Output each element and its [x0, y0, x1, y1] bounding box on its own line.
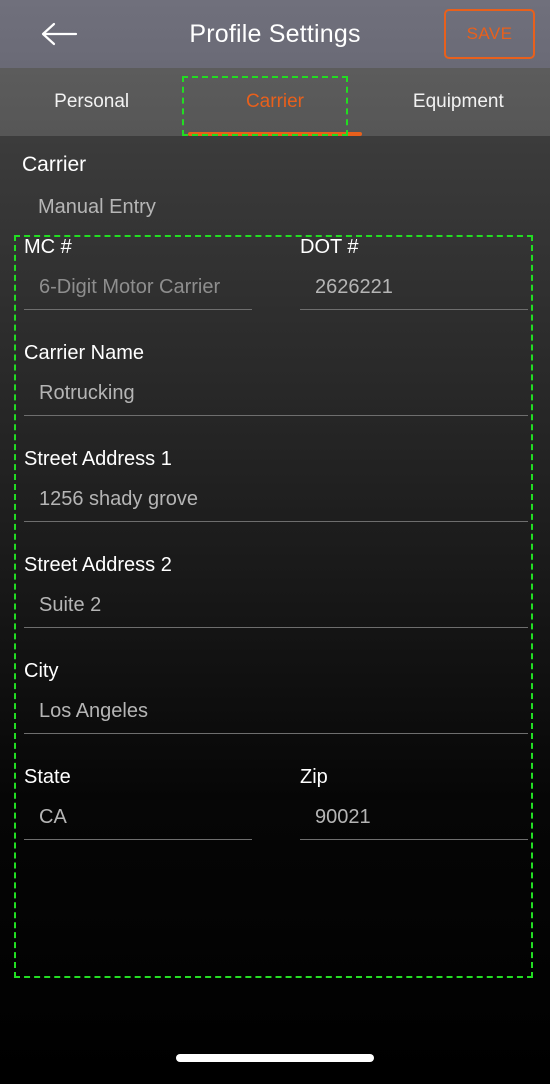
form-row: MC # 6-Digit Motor Carrier DOT # 2626221	[0, 235, 550, 341]
field-state[interactable]: State CA	[24, 765, 252, 840]
field-mc[interactable]: MC # 6-Digit Motor Carrier	[24, 235, 252, 310]
app-screen: Profile Settings SAVE Personal Carrier E…	[0, 0, 550, 1084]
save-button[interactable]: SAVE	[444, 9, 535, 59]
field-input-carrier-name[interactable]: Rotrucking	[24, 381, 528, 405]
field-underline	[24, 415, 528, 416]
form-row: Street Address 1 1256 shady grove	[0, 447, 550, 553]
field-label-street2: Street Address 2	[24, 554, 172, 576]
field-label-dot: DOT #	[300, 236, 359, 258]
carrier-form: MC # 6-Digit Motor Carrier DOT # 2626221…	[0, 235, 550, 871]
field-zip[interactable]: Zip 90021	[300, 765, 528, 840]
field-label-carrier-name: Carrier Name	[24, 342, 145, 364]
field-underline	[24, 733, 528, 734]
form-row: State CA Zip 90021	[0, 765, 550, 871]
form-row: Carrier Name Rotrucking	[0, 341, 550, 447]
app-header: Profile Settings SAVE	[0, 0, 550, 68]
form-row: Street Address 2 Suite 2	[0, 553, 550, 659]
field-underline	[24, 521, 528, 522]
field-label-city: City	[24, 660, 59, 682]
field-city[interactable]: City Los Angeles	[24, 659, 528, 734]
field-label-zip: Zip	[300, 766, 328, 788]
field-input-street1[interactable]: 1256 shady grove	[24, 487, 528, 511]
field-input-state[interactable]: CA	[24, 805, 252, 829]
tab-bar: Personal Carrier Equipment	[0, 68, 550, 136]
field-label-street1: Street Address 1	[24, 448, 172, 470]
field-dot[interactable]: DOT # 2626221	[300, 235, 528, 310]
field-input-city[interactable]: Los Angeles	[24, 699, 528, 723]
field-label-state: State	[24, 766, 71, 788]
content-area: Carrier Manual Entry MC # 6-Digit Motor …	[0, 136, 550, 1084]
field-underline	[24, 309, 252, 310]
field-street2[interactable]: Street Address 2 Suite 2	[24, 553, 528, 628]
tab-equipment[interactable]: Equipment	[367, 68, 550, 136]
section-heading: Carrier	[22, 153, 87, 176]
home-indicator	[176, 1054, 374, 1062]
field-input-dot[interactable]: 2626221	[300, 275, 528, 299]
section-subheading: Manual Entry	[38, 196, 156, 218]
form-row: City Los Angeles	[0, 659, 550, 765]
field-street1[interactable]: Street Address 1 1256 shady grove	[24, 447, 528, 522]
field-underline	[24, 839, 252, 840]
field-input-zip[interactable]: 90021	[300, 805, 528, 829]
field-input-street2[interactable]: Suite 2	[24, 593, 528, 617]
field-underline	[24, 627, 528, 628]
field-underline	[300, 839, 528, 840]
field-underline	[300, 309, 528, 310]
tab-carrier[interactable]: Carrier	[183, 68, 366, 136]
field-label-mc: MC #	[24, 236, 72, 258]
tab-personal[interactable]: Personal	[0, 68, 183, 136]
field-carrier-name[interactable]: Carrier Name Rotrucking	[24, 341, 528, 416]
field-input-mc[interactable]: 6-Digit Motor Carrier	[24, 275, 252, 299]
